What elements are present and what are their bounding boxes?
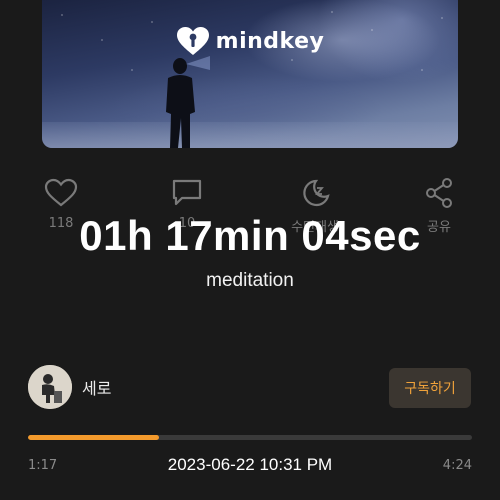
chat-bubble-icon: [172, 179, 202, 206]
progress-fill: [28, 435, 159, 440]
avatar-illustration: [28, 365, 72, 409]
progress-bar[interactable]: [28, 435, 472, 440]
total-time: 4:24: [442, 458, 472, 473]
heart-keyhole-icon: [176, 27, 209, 55]
avatar[interactable]: [28, 365, 72, 409]
brand-name: mindkey: [215, 28, 325, 54]
elapsed-timer: 01h 17min 04sec: [79, 212, 421, 259]
heart-icon: [44, 178, 78, 207]
author-name[interactable]: 세로: [82, 375, 111, 399]
cover-image: mindkey: [42, 0, 458, 148]
author-row[interactable]: 세로: [28, 365, 111, 409]
timestamp: 2023-06-22 10:31 PM: [167, 455, 333, 474]
share-icon: [426, 178, 452, 208]
moon-zzz-icon: [303, 179, 330, 207]
horizon: [42, 122, 458, 148]
brand-logo: mindkey: [42, 26, 458, 56]
subscribe-button[interactable]: 구독하기: [389, 368, 471, 408]
person-silhouette: [166, 56, 210, 148]
track-category: meditation: [206, 270, 294, 291]
